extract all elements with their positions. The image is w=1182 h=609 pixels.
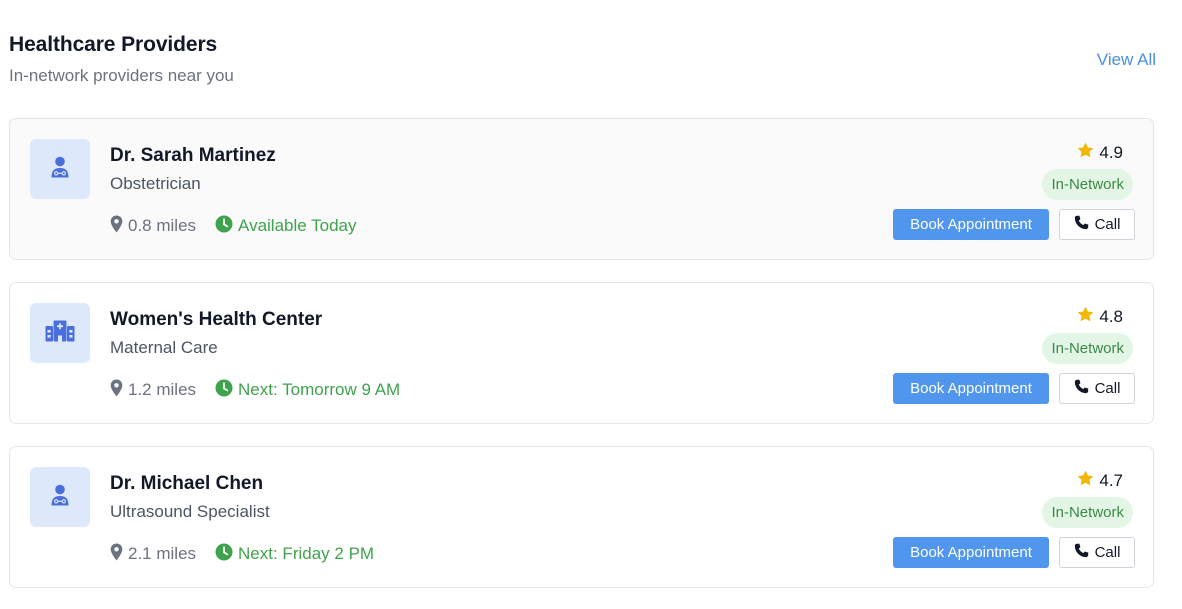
distance: 1.2 miles xyxy=(110,379,196,402)
provider-avatar xyxy=(30,303,90,363)
providers-page: Healthcare Providers In-network provider… xyxy=(0,0,1182,609)
rating: 4.7 xyxy=(1077,470,1123,491)
map-pin-icon xyxy=(110,215,128,238)
distance: 2.1 miles xyxy=(110,543,196,566)
view-all-link[interactable]: View All xyxy=(1097,50,1156,70)
map-pin-icon xyxy=(110,379,128,402)
provider-specialty: Maternal Care xyxy=(110,338,218,357)
star-icon xyxy=(1077,470,1099,491)
page-title: Healthcare Providers xyxy=(9,33,218,56)
call-label: Call xyxy=(1094,216,1121,233)
provider-specialty: Obstetrician xyxy=(110,174,201,193)
availability: Available Today xyxy=(215,215,357,238)
clock-icon xyxy=(215,379,238,402)
provider-avatar xyxy=(30,467,90,527)
provider-avatar xyxy=(30,139,90,199)
call-button[interactable]: Call xyxy=(1059,537,1135,568)
call-button[interactable]: Call xyxy=(1059,209,1135,240)
in-network-badge: In-Network xyxy=(1042,169,1133,200)
availability-text: Next: Friday 2 PM xyxy=(238,544,375,563)
clock-icon xyxy=(215,215,238,238)
provider-card[interactable]: Dr. Sarah Martinez Obstetrician 0.8 mile… xyxy=(9,118,1154,260)
call-button[interactable]: Call xyxy=(1059,373,1135,404)
call-label: Call xyxy=(1094,380,1121,397)
in-network-badge: In-Network xyxy=(1042,497,1133,528)
page-subtitle: In-network providers near you xyxy=(9,66,234,85)
book-appointment-button[interactable]: Book Appointment xyxy=(893,537,1049,568)
star-icon xyxy=(1077,306,1099,327)
map-pin-icon xyxy=(110,543,128,566)
provider-specialty: Ultrasound Specialist xyxy=(110,502,270,521)
availability-text: Next: Tomorrow 9 AM xyxy=(238,380,401,399)
provider-card[interactable]: Dr. Michael Chen Ultrasound Specialist 2… xyxy=(9,446,1154,588)
rating: 4.9 xyxy=(1077,142,1123,163)
provider-name: Women's Health Center xyxy=(110,309,323,330)
doctor-icon xyxy=(50,484,70,511)
book-appointment-button[interactable]: Book Appointment xyxy=(893,373,1049,404)
phone-icon xyxy=(1074,379,1095,398)
call-label: Call xyxy=(1094,544,1121,561)
star-icon xyxy=(1077,142,1099,163)
section-header: Healthcare Providers In-network provider… xyxy=(9,33,1156,93)
phone-icon xyxy=(1074,543,1095,562)
availability-text: Available Today xyxy=(238,216,357,235)
provider-meta: 0.8 miles Available Today xyxy=(110,215,357,237)
hospital-icon xyxy=(45,320,75,347)
rating-value: 4.8 xyxy=(1099,306,1123,326)
book-appointment-button[interactable]: Book Appointment xyxy=(893,209,1049,240)
rating-value: 4.7 xyxy=(1099,470,1123,490)
distance: 0.8 miles xyxy=(110,215,196,238)
provider-name: Dr. Sarah Martinez xyxy=(110,145,276,166)
provider-name: Dr. Michael Chen xyxy=(110,473,264,494)
distance-text: 0.8 miles xyxy=(128,216,197,235)
availability: Next: Friday 2 PM xyxy=(215,543,374,566)
clock-icon xyxy=(215,543,238,566)
availability: Next: Tomorrow 9 AM xyxy=(215,379,400,402)
doctor-icon xyxy=(50,156,70,183)
provider-meta: 2.1 miles Next: Friday 2 PM xyxy=(110,543,374,565)
provider-card[interactable]: Women's Health Center Maternal Care 1.2 … xyxy=(9,282,1154,424)
distance-text: 2.1 miles xyxy=(128,544,197,563)
rating-value: 4.9 xyxy=(1099,142,1123,162)
provider-meta: 1.2 miles Next: Tomorrow 9 AM xyxy=(110,379,400,401)
distance-text: 1.2 miles xyxy=(128,380,197,399)
rating: 4.8 xyxy=(1077,306,1123,327)
phone-icon xyxy=(1074,215,1095,234)
in-network-badge: In-Network xyxy=(1042,333,1133,364)
